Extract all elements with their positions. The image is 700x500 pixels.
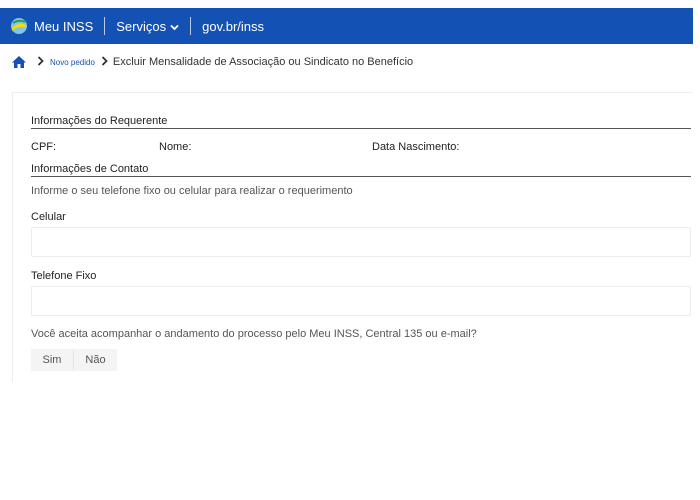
gov-br-link[interactable]: gov.br/inss: [202, 19, 264, 34]
section-divider: [31, 176, 691, 177]
breadcrumb-link-novo-pedido[interactable]: Novo pedido: [50, 58, 95, 67]
header-divider: [190, 17, 192, 35]
home-icon[interactable]: [11, 55, 27, 69]
yes-no-toggle-group: Sim Não: [31, 349, 117, 371]
brand-name[interactable]: Meu INSS: [34, 19, 93, 34]
header-divider: [104, 17, 106, 35]
breadcrumb-current-page: Excluir Mensalidade de Associação ou Sin…: [112, 56, 414, 68]
chevron-right-icon: [37, 53, 44, 71]
telefone-fixo-label: Telefone Fixo: [31, 270, 97, 282]
chevron-down-icon: [170, 19, 179, 34]
nome-label: Nome:: [159, 141, 192, 153]
requerente-section-title: Informações do Requerente: [31, 115, 168, 127]
top-navigation-bar: Meu INSS Serviços gov.br/inss: [0, 8, 693, 44]
sim-button[interactable]: Sim: [31, 349, 74, 371]
cpf-label: CPF:: [31, 141, 57, 153]
inss-logo-icon[interactable]: [10, 17, 28, 35]
celular-input[interactable]: [31, 227, 691, 257]
request-form-panel: Informações do Requerente CPF: Nome: Dat…: [12, 92, 693, 382]
contato-section-title: Informações de Contato: [31, 163, 149, 175]
breadcrumb: Novo pedido Excluir Mensalidade de Assoc…: [11, 53, 413, 71]
nao-button[interactable]: Não: [74, 349, 117, 371]
telefone-fixo-input[interactable]: [31, 286, 691, 316]
celular-label: Celular: [31, 211, 66, 223]
services-menu[interactable]: Serviços: [116, 19, 179, 34]
chevron-right-icon: [101, 53, 108, 71]
section-divider: [31, 128, 691, 129]
services-menu-label: Serviços: [116, 18, 167, 34]
acompanhamento-question: Você aceita acompanhar o andamento do pr…: [31, 328, 477, 340]
contact-helper-text: Informe o seu telefone fixo ou celular p…: [31, 185, 353, 197]
data-nascimento-label: Data Nascimento:: [372, 141, 460, 153]
